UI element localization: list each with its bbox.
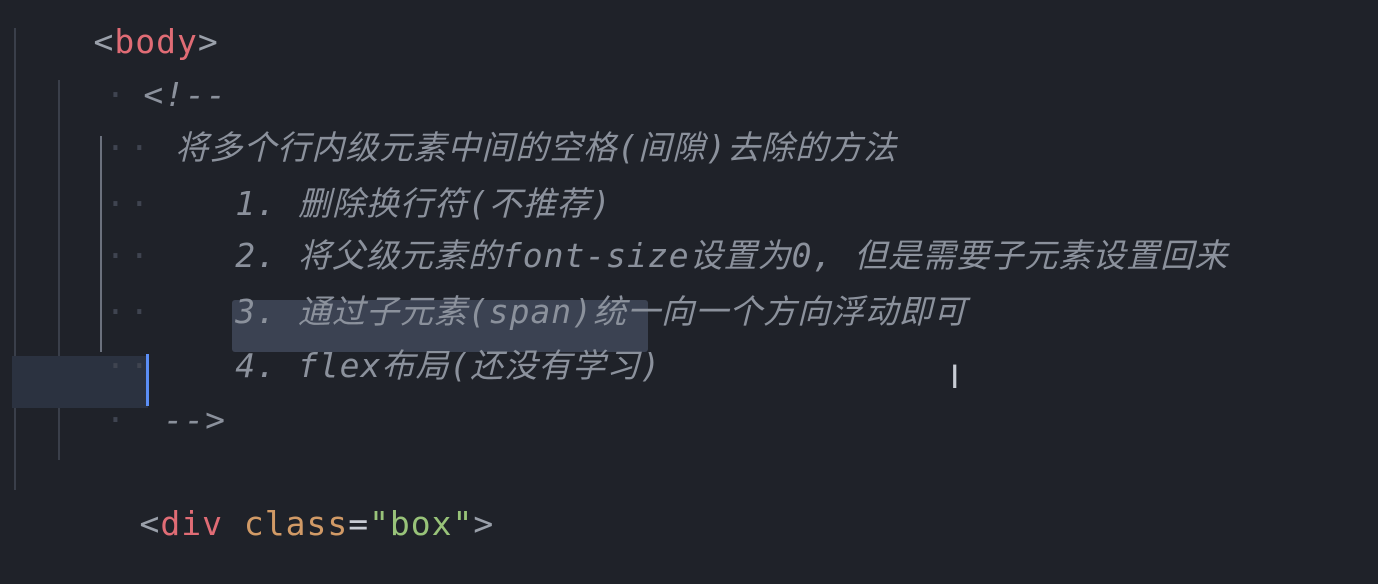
mouse-ibeam-cursor: I xyxy=(950,358,960,396)
comment-close-marker: --> xyxy=(163,400,226,439)
comment-item-4-selected-text: lex布局(还没有学习) xyxy=(318,346,662,385)
code-editor[interactable]: <body> · <!-- ·· 将多个行内级元素中间的空格(间隙)去除的方法 ··… xyxy=(0,0,1378,543)
whitespace-dot: · xyxy=(105,400,130,439)
code-line-comment-close[interactable]: · --> xyxy=(22,360,226,480)
tag-bracket: < xyxy=(139,504,161,543)
attribute-equals: = xyxy=(348,504,370,543)
comment-item-4-prefix: 4. f xyxy=(235,346,319,385)
attribute-name-class: class xyxy=(243,504,349,543)
code-line-div-open[interactable]: <div class="box"> xyxy=(56,464,494,584)
attribute-value-box: "box" xyxy=(369,504,474,543)
tag-name-div: div xyxy=(160,504,223,543)
tag-bracket: > xyxy=(473,504,495,543)
